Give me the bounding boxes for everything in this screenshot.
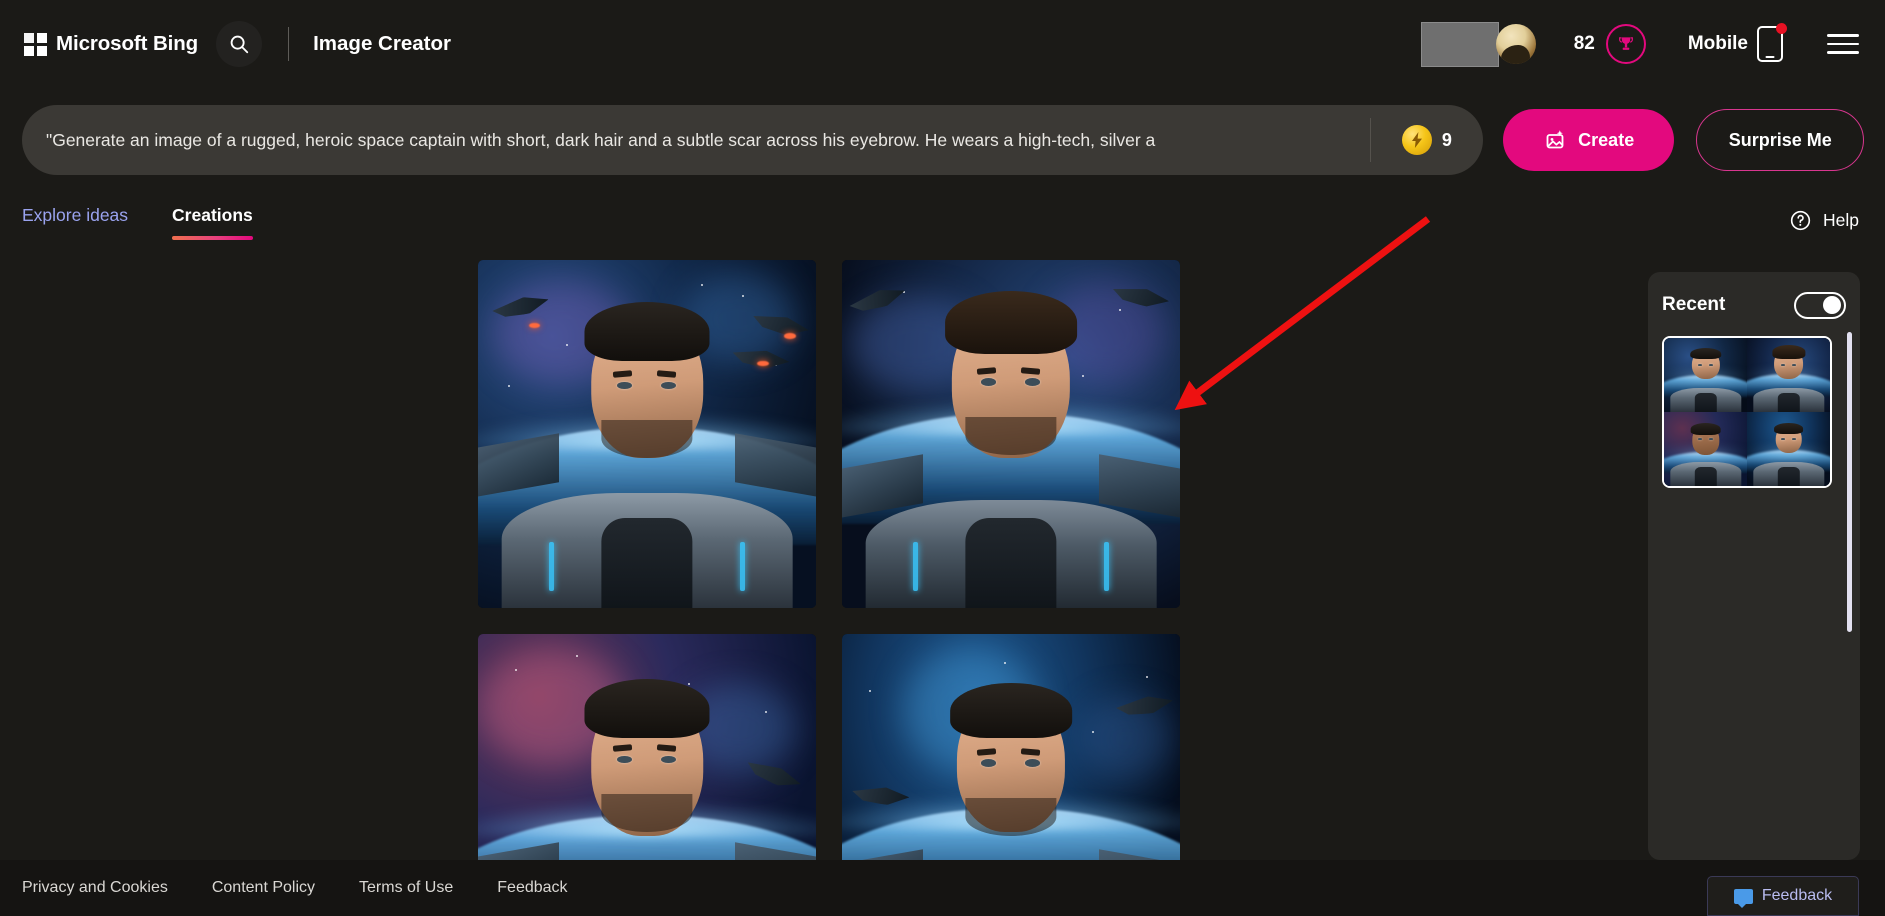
microsoft-logo-icon — [24, 32, 47, 56]
generated-image-art — [478, 634, 816, 860]
toggle-knob — [1823, 296, 1841, 314]
image-sparkle-icon — [1546, 130, 1564, 149]
creations-gallery — [478, 260, 1180, 860]
recent-title: Recent — [1662, 294, 1726, 315]
footer-link-content-policy[interactable]: Content Policy — [212, 879, 315, 897]
avatar[interactable] — [1495, 24, 1536, 64]
gallery-image-3[interactable] — [478, 634, 816, 860]
recent-panel: Recent — [1648, 272, 1860, 860]
account-placeholder-box — [1420, 21, 1499, 67]
hamburger-menu-icon[interactable] — [1827, 34, 1859, 54]
help-label: Help — [1823, 210, 1859, 230]
footer-link-terms[interactable]: Terms of Use — [359, 879, 453, 897]
app-title: Image Creator — [313, 32, 451, 55]
bing-home-link[interactable]: Microsoft Bing — [24, 32, 198, 56]
create-button[interactable]: Create — [1502, 109, 1675, 171]
mobile-phone-icon — [1757, 23, 1787, 62]
tabs-row: Explore ideas Creations Help — [0, 205, 1885, 261]
rewards-button[interactable]: 82 — [1574, 24, 1646, 64]
boost-counter[interactable]: 9 — [1371, 105, 1483, 175]
image-creator-page: Microsoft Bing Image Creator 82 Mobile "… — [0, 0, 1885, 916]
search-button[interactable] — [216, 21, 263, 67]
recent-thumb-cell — [1664, 338, 1747, 412]
recent-thumb-cell — [1747, 412, 1830, 486]
footer-link-privacy[interactable]: Privacy and Cookies — [22, 879, 168, 897]
question-circle-icon — [1790, 210, 1811, 231]
generated-image-art — [478, 260, 816, 608]
notification-dot — [1776, 23, 1787, 34]
gallery-image-1[interactable] — [478, 260, 816, 608]
header-left-group: Microsoft Bing Image Creator — [0, 21, 451, 67]
mobile-app-link[interactable]: Mobile — [1687, 23, 1787, 62]
gallery-image-4[interactable] — [842, 634, 1180, 860]
prompt-input[interactable]: "Generate an image of a rugged, heroic s… — [22, 105, 1370, 175]
app-header: Microsoft Bing Image Creator 82 Mobile — [0, 0, 1885, 88]
prompt-input-container[interactable]: "Generate an image of a rugged, heroic s… — [22, 105, 1483, 175]
footer-link-feedback[interactable]: Feedback — [497, 879, 567, 897]
create-button-label: Create — [1578, 129, 1635, 150]
recent-toggle[interactable] — [1794, 291, 1846, 319]
bing-rewards-trophy-icon — [1605, 24, 1646, 64]
mobile-label: Mobile — [1687, 33, 1748, 54]
header-divider — [288, 27, 290, 61]
feedback-button[interactable]: Feedback — [1707, 876, 1859, 916]
recent-panel-header: Recent — [1662, 288, 1846, 322]
feedback-chat-icon — [1733, 888, 1753, 908]
surprise-me-button[interactable]: Surprise Me — [1696, 109, 1864, 171]
brand-label: Microsoft Bing — [56, 32, 199, 55]
generated-image-art — [842, 634, 1180, 860]
prompt-row: "Generate an image of a rugged, heroic s… — [22, 104, 1864, 176]
boost-count: 9 — [1441, 129, 1452, 150]
gallery-image-2[interactable] — [842, 260, 1180, 608]
header-right-group: 82 Mobile — [1420, 21, 1885, 67]
rewards-count: 82 — [1573, 33, 1595, 54]
recent-scrollbar[interactable] — [1847, 332, 1852, 632]
search-icon — [230, 35, 249, 54]
feedback-button-label: Feedback — [1761, 887, 1833, 904]
recent-thumb-cell — [1664, 412, 1747, 486]
tab-list: Explore ideas Creations — [22, 205, 253, 240]
generated-image-art — [842, 260, 1180, 608]
recent-thumb-cell — [1747, 338, 1830, 412]
tab-explore-ideas[interactable]: Explore ideas — [22, 205, 128, 240]
tab-creations[interactable]: Creations — [172, 205, 253, 240]
help-link[interactable]: Help — [1789, 209, 1859, 232]
boost-coin-icon — [1401, 125, 1432, 155]
recent-thumbnail[interactable] — [1662, 336, 1832, 488]
footer: Privacy and Cookies Content Policy Terms… — [0, 860, 1885, 916]
